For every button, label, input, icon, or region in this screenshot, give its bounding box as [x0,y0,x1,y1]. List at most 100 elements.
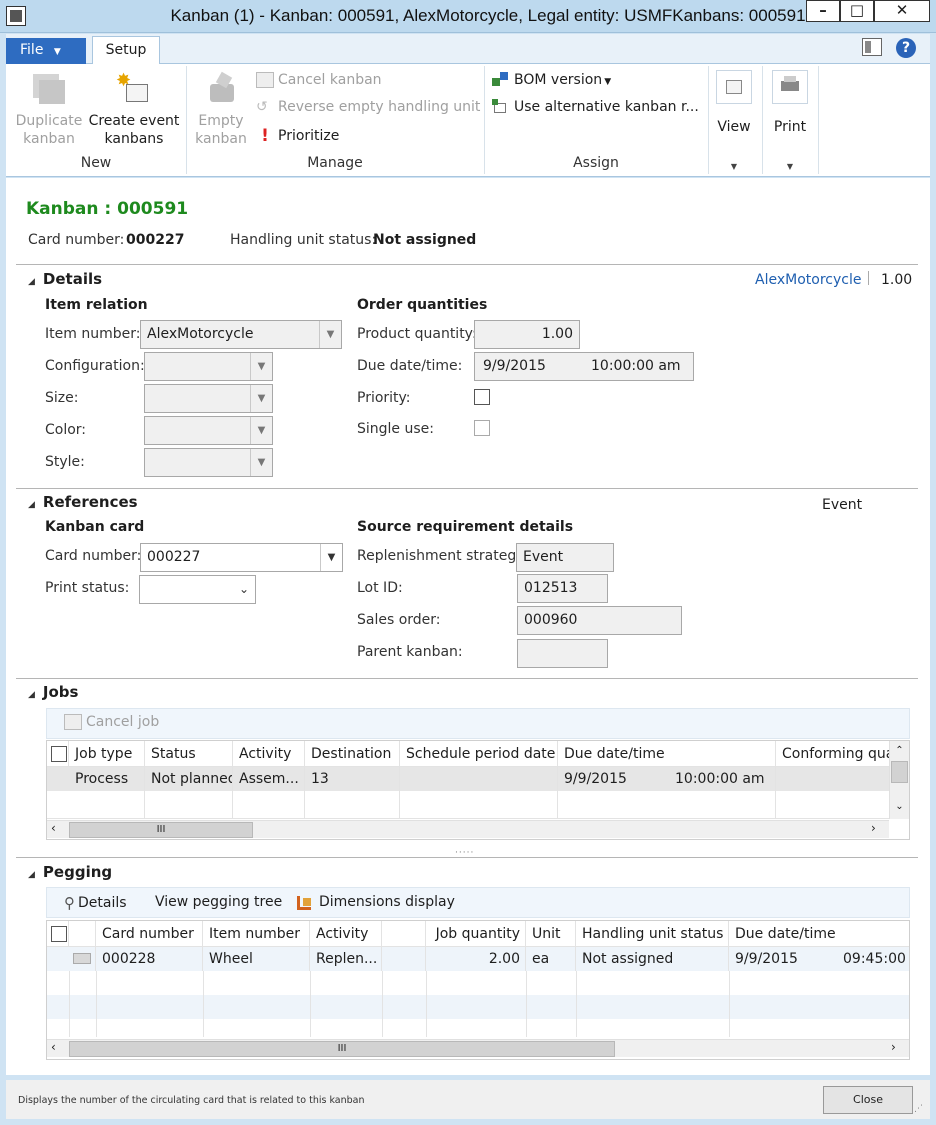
column-header-destination[interactable]: Destination [305,741,400,766]
column-header-conforming-quantity[interactable]: Conforming qua [776,741,889,766]
table-row[interactable] [47,995,909,1019]
sales-order-field[interactable]: 000960 [517,606,682,635]
cell-due-date: 9/9/2015 10:00:00 am [558,767,776,791]
chevron-down-icon: ▼ [320,544,342,571]
table-row[interactable]: Process Not planned Assem... 13 9/9/2015… [47,767,889,791]
use-alternative-kanban-button[interactable]: Use alternative kanban r... [492,99,699,115]
dimensions-display-button[interactable]: Dimensions display [297,894,455,910]
sales-order-label: Sales order: [357,612,441,628]
select-all-checkbox[interactable] [51,926,67,942]
table-row[interactable]: 000228 Wheel Replen... 2.00 ea Not assig… [47,947,909,971]
cell-due-date: 9/9/201509:45:00 a [735,951,909,967]
due-date-field[interactable]: 9/9/2015 10:00:00 am [474,352,694,381]
section-divider [16,857,918,858]
color-field[interactable]: ▼ [144,416,273,445]
column-header-activity[interactable]: Activity [233,741,305,766]
horizontal-scrollbar[interactable]: ‹ III › [47,820,889,838]
scroll-left-icon[interactable]: ‹ [51,1040,56,1054]
priority-checkbox[interactable] [474,389,490,405]
scroll-right-icon[interactable]: › [871,821,876,835]
scroll-up-icon[interactable]: ⌃ [890,741,909,761]
horizontal-scrollbar[interactable]: ‹ III › [47,1039,909,1057]
cell-item-number: Wheel [203,947,310,971]
group-label-assign: Assign [573,155,619,171]
cell-activity: Replen... [310,947,382,971]
chevron-down-icon: ▼ [786,162,794,171]
references-section-header[interactable]: ◢ References [28,493,138,511]
duplicate-icon [31,72,67,106]
minimize-button[interactable]: – [806,0,840,22]
reverse-empty-handling-unit-button: ↺ Reverse empty handling unit [256,99,481,115]
prioritize-button[interactable]: ! Prioritize [256,126,339,146]
close-window-button[interactable]: ✕ [874,0,930,22]
scroll-left-icon[interactable]: ‹ [51,821,56,835]
layout-icon[interactable] [862,38,882,56]
view-pegging-tree-button[interactable]: View pegging tree [155,894,282,910]
column-header-job-type[interactable]: Job type [69,741,145,766]
parent-kanban-field[interactable] [517,639,608,668]
column-header-item-number[interactable]: Item number [203,921,310,946]
item-number-label: Item number: [45,326,141,342]
jobs-section-header[interactable]: ◢ Jobs [28,683,78,701]
cell-card-number: 000228 [96,947,203,971]
handling-unit-status-label: Handling unit status: [230,232,377,248]
lot-id-field[interactable]: 012513 [517,574,608,603]
group-label-new: New [80,155,112,171]
size-field[interactable]: ▼ [144,384,273,413]
table-row[interactable] [47,971,909,995]
column-header-due-date[interactable]: Due date/time [729,921,909,946]
column-header-card-number[interactable]: Card number [96,921,203,946]
resize-grip-icon[interactable]: ⋰ [914,1104,923,1114]
column-header-job-quantity[interactable]: Job quantity [426,921,526,946]
scroll-thumb[interactable]: III [69,822,253,838]
scroll-right-icon[interactable]: › [891,1040,896,1054]
tab-file[interactable]: File ▼ [6,38,86,64]
product-quantity-label: Product quantity: [357,326,477,342]
style-field[interactable]: ▼ [144,448,273,477]
product-quantity-field[interactable]: 1.00 [474,320,580,349]
column-header-due-date[interactable]: Due date/time [558,741,776,766]
column-header-unit[interactable]: Unit [526,921,576,946]
column-header-status[interactable]: Status [145,741,233,766]
cell-conforming-quantity [776,767,889,791]
column-header-schedule-period-date[interactable]: Schedule period date [400,741,558,766]
window-title: Kanban (1) - Kanban: 000591, AlexMotorcy… [170,6,806,25]
maximize-button[interactable]: □ [840,0,874,22]
chevron-down-icon: ▼ [250,385,272,412]
view-icon [716,70,752,104]
details-section-header[interactable]: ◢ Details [28,270,102,288]
details-button[interactable]: ⚲ Details [64,894,127,912]
create-event-kanbans-button[interactable]: ✸ Create event kanbans [88,72,180,148]
cell-activity: Assem... [233,767,305,791]
reverse-icon: ↺ [256,99,268,115]
scroll-thumb[interactable] [891,761,908,783]
column-header-handling-unit-status[interactable]: Handling unit status [576,921,729,946]
ref-card-number-label: Card number: [45,548,142,564]
column-header-activity[interactable]: Activity [310,921,382,946]
vertical-scrollbar[interactable]: ⌃ ⌄ [889,741,909,819]
ref-card-number-field[interactable]: 000227 ▼ [140,543,343,572]
help-icon[interactable]: ? [896,38,916,58]
chevron-down-icon: ▼ [250,353,272,380]
priority-label: Priority: [357,390,411,406]
close-button[interactable]: Close [823,1086,913,1114]
pegging-grid: Card number Item number Activity Job qua… [46,920,910,1060]
scroll-thumb[interactable]: III [69,1041,615,1057]
replenishment-strategy-field[interactable]: Event [516,543,614,572]
print-status-select[interactable]: ⌄ [139,575,256,604]
tab-setup[interactable]: Setup [92,36,160,65]
table-row[interactable] [47,791,889,819]
order-quantities-heading: Order quantities [357,297,488,313]
ribbon-separator [818,66,819,174]
print-button[interactable]: Print ▼ [770,70,810,176]
view-button[interactable]: View ▼ [714,70,754,176]
select-all-checkbox[interactable] [51,746,67,762]
cancel-icon [64,714,82,730]
scroll-down-icon[interactable]: ⌄ [890,797,909,817]
pegging-section-header[interactable]: ◢ Pegging [28,863,112,881]
item-number-field[interactable]: AlexMotorcycle ▼ [140,320,342,349]
pegging-grid-header: Card number Item number Activity Job qua… [47,921,909,947]
bom-version-button[interactable]: BOM version ▼ [492,72,611,88]
collapse-triangle-icon: ◢ [28,277,35,287]
configuration-field[interactable]: ▼ [144,352,273,381]
